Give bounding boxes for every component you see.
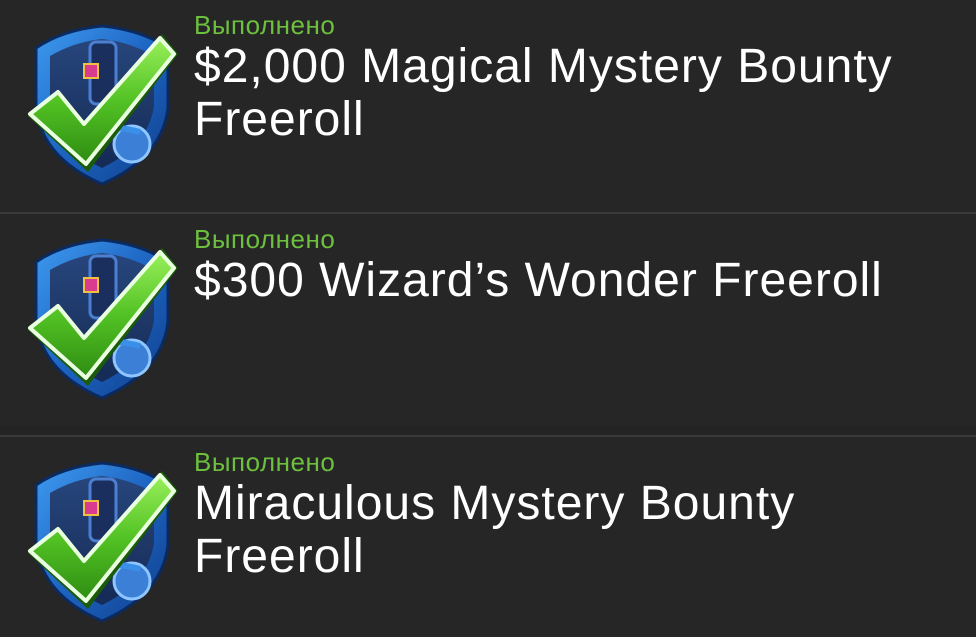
completed-shield-check-icon — [22, 12, 182, 188]
completed-missions-list: Выполнено $2,000 Magical Mystery Bounty … — [0, 0, 976, 637]
mission-status: Выполнено — [194, 224, 336, 254]
mission-title: Miraculous Mystery Bounty Freeroll — [194, 477, 796, 583]
mission-text: Выполнено $2,000 Magical Mystery Bounty … — [194, 10, 964, 146]
completed-shield-check-icon — [22, 449, 182, 625]
mission-text: Выполнено $300 Wizard’s Wonder Freeroll — [194, 224, 964, 307]
mission-title: $300 Wizard’s Wonder Freeroll — [194, 254, 883, 307]
mission-row[interactable]: Выполнено $2,000 Magical Mystery Bounty … — [0, 0, 976, 212]
mission-status: Выполнено — [194, 447, 336, 477]
mission-row[interactable]: Выполнено $300 Wizard’s Wonder Freeroll — [0, 214, 976, 426]
mission-title: $2,000 Magical Mystery Bounty Freeroll — [194, 40, 893, 146]
mission-text: Выполнено Miraculous Mystery Bounty Free… — [194, 447, 964, 583]
mission-row[interactable]: Выполнено Miraculous Mystery Bounty Free… — [0, 437, 976, 637]
mission-status: Выполнено — [194, 10, 336, 40]
completed-shield-check-icon — [22, 226, 182, 402]
